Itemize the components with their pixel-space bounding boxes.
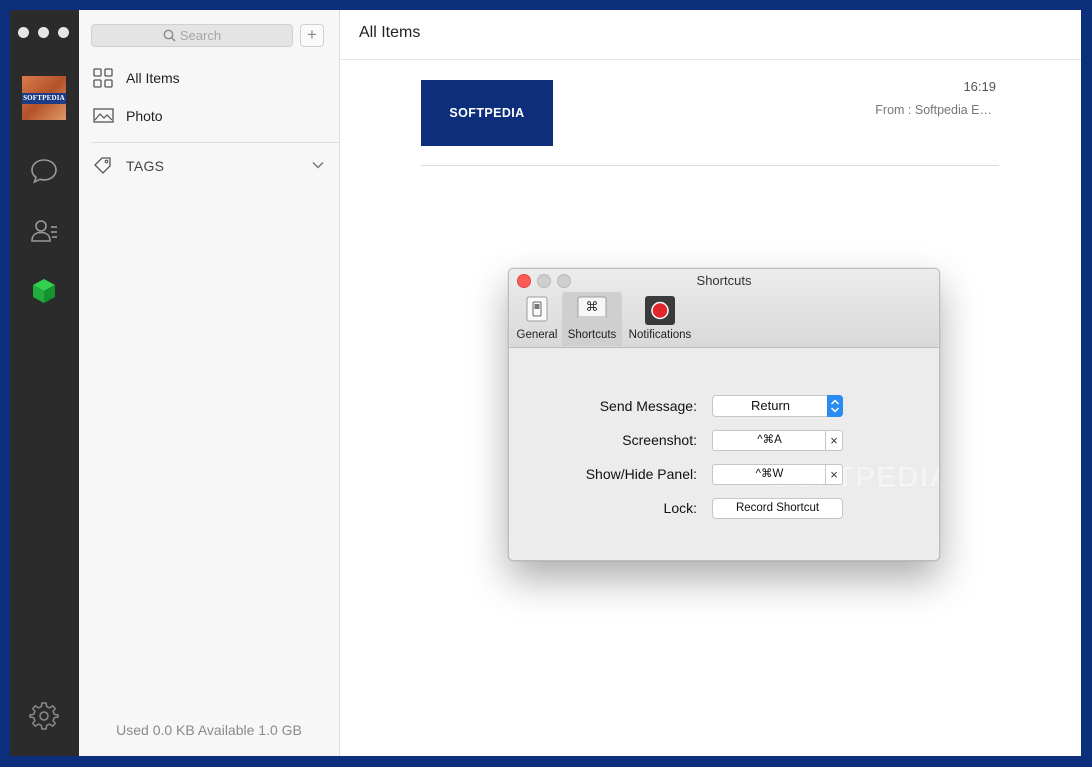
add-button[interactable]: +	[300, 24, 324, 47]
settings-gear-icon[interactable]	[29, 701, 59, 731]
command-glyph: ⌘	[586, 300, 599, 315]
show-hide-panel-label: Show/Hide Panel:	[585, 466, 697, 482]
dialog-title: Shortcuts	[696, 273, 752, 288]
image-icon	[93, 108, 114, 123]
screenshot-shortcut-value: ^⌘A	[757, 434, 782, 446]
sidebar-divider	[91, 142, 339, 143]
tab-notifications[interactable]: Notifications	[626, 292, 694, 346]
show-hide-panel-clear-button[interactable]: ×	[825, 465, 842, 484]
storage-status: Used 0.0 KB Available 1.0 GB	[116, 722, 302, 738]
chevron-down-icon[interactable]	[311, 158, 325, 172]
show-hide-panel-shortcut-value: ^⌘W	[755, 468, 784, 480]
lock-label: Lock:	[663, 500, 697, 516]
page-title: All Items	[359, 24, 421, 41]
tag-icon	[94, 157, 111, 174]
send-message-label: Send Message:	[599, 398, 697, 414]
shortcuts-dialog: Shortcuts General ⌘ Shortcuts Notificati…	[508, 268, 940, 561]
send-message-select[interactable]: Return	[712, 395, 843, 417]
left-rail: SOFTPEDIA	[10, 10, 79, 756]
sidebar: Search + All Items Photo TAGS Used 0.0 K…	[79, 10, 340, 756]
item-divider	[421, 165, 999, 166]
header-divider	[340, 59, 1081, 60]
grid-icon	[93, 68, 113, 88]
record-shortcut-button[interactable]: Record Shortcut	[712, 498, 843, 519]
cube-icon[interactable]	[29, 276, 59, 306]
screenshot-shortcut-field[interactable]: ^⌘A ×	[712, 430, 843, 451]
tags-label: TAGS	[126, 158, 165, 174]
search-icon	[163, 29, 176, 42]
tab-shortcuts[interactable]: ⌘ Shortcuts	[562, 292, 622, 346]
show-hide-panel-shortcut-field[interactable]: ^⌘W ×	[712, 464, 843, 485]
search-input[interactable]: Search	[91, 24, 293, 47]
screenshot-label: Screenshot:	[622, 432, 697, 448]
item-time: 16:19	[963, 79, 996, 94]
minimize-window-button[interactable]	[38, 27, 49, 38]
tab-label: General	[516, 329, 558, 341]
search-placeholder: Search	[179, 28, 222, 43]
send-message-value: Return	[750, 398, 791, 413]
tab-label: Shortcuts	[567, 329, 617, 341]
dialog-toolbar: Shortcuts General ⌘ Shortcuts Notificati…	[509, 269, 939, 348]
screenshot-clear-button[interactable]: ×	[825, 431, 842, 450]
chat-bubble-icon[interactable]	[29, 156, 59, 186]
avatar[interactable]: SOFTPEDIA	[22, 76, 66, 120]
record-red-icon	[645, 296, 675, 325]
contacts-icon[interactable]	[29, 216, 59, 246]
command-key-icon: ⌘	[577, 296, 607, 320]
select-arrows-icon	[827, 395, 843, 417]
sidebar-item-label: All Items	[126, 70, 180, 86]
zoom-window-button[interactable]	[58, 27, 69, 38]
tab-label: Notifications	[628, 329, 692, 341]
item-from: From : Softpedia E…	[875, 103, 992, 117]
close-window-button[interactable]	[18, 27, 29, 38]
item-thumbnail[interactable]: SOFTPEDIA	[421, 80, 553, 146]
avatar-text: SOFTPEDIA	[22, 93, 66, 104]
tab-general[interactable]: General	[515, 292, 559, 346]
general-switch-icon	[526, 296, 548, 322]
sidebar-item-label: Photo	[126, 108, 163, 124]
